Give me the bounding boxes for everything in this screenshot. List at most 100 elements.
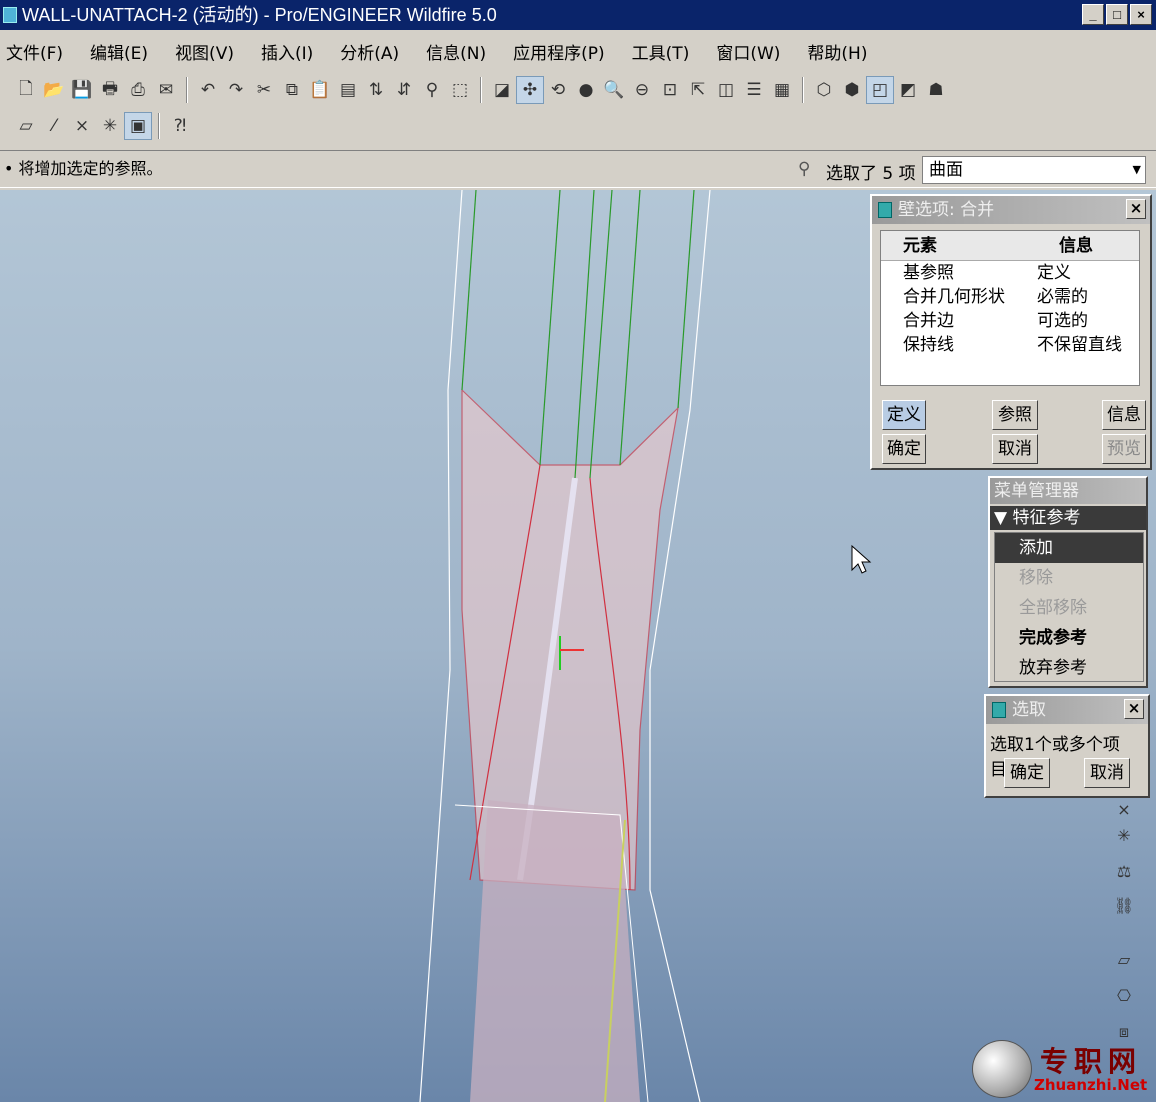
wireframe-icon[interactable]: ⬡ xyxy=(810,76,838,104)
watermark-url: Zhuanzhi.Net xyxy=(1034,1076,1148,1094)
repaint-icon[interactable]: ◪ xyxy=(488,76,516,104)
model-tree-icon[interactable]: ☗ xyxy=(922,76,950,104)
email-icon[interactable]: ✉ xyxy=(152,76,180,104)
cancel-button[interactable]: 取消 xyxy=(992,434,1038,464)
view-manager-icon[interactable]: ▦ xyxy=(768,76,796,104)
undo-icon[interactable]: ↶ xyxy=(194,76,222,104)
elements-table: 元素 信息 基参照 定义 合并几何形状 必需的 合并边 可选的 保持线 不保留直线 xyxy=(880,230,1140,386)
regen-manager-icon[interactable]: ⇵ xyxy=(390,76,418,104)
minimize-button[interactable]: _ xyxy=(1082,4,1104,25)
define-button[interactable]: 定义 xyxy=(882,400,926,430)
shading-icon[interactable]: ● xyxy=(572,76,600,104)
window-title: WALL-UNATTACH-2 (活动的) - Pro/ENGINEER Wil… xyxy=(22,5,497,25)
datum-point-icon[interactable]: × xyxy=(68,112,96,140)
close-icon[interactable]: × xyxy=(1124,699,1144,719)
filter-value: 曲面 xyxy=(929,160,963,180)
hidden-line-icon[interactable]: ⬢ xyxy=(838,76,866,104)
table-row[interactable]: 合并几何形状 必需的 xyxy=(881,285,1139,309)
status-message: • 将增加选定的参照。 xyxy=(4,159,163,178)
new-file-icon[interactable]: 🗋 xyxy=(12,76,40,104)
menu-item-done-refs[interactable]: 完成参考 xyxy=(995,623,1143,653)
datum-axis-icon[interactable]: ⁄ xyxy=(40,112,68,140)
menu-view[interactable]: 视图(V) xyxy=(175,39,234,64)
paste-icon[interactable]: 📋 xyxy=(306,76,334,104)
column-header-element: 元素 xyxy=(903,236,937,256)
shaded-icon[interactable]: ◩ xyxy=(894,76,922,104)
menu-bar: 文件(F) 编辑(E) 视图(V) 插入(I) 分析(A) 信息(N) 应用程序… xyxy=(0,34,1156,68)
print-preview-icon[interactable]: ⎙ xyxy=(124,76,152,104)
datum-plane-icon[interactable]: ▱ xyxy=(12,112,40,140)
print-icon[interactable]: 🖶 xyxy=(96,76,124,104)
datum-csys-icon[interactable]: ✳ xyxy=(1110,826,1138,854)
element-cell: 合并边 xyxy=(903,311,954,331)
save-icon[interactable]: 💾 xyxy=(68,76,96,104)
menu-manager: 菜单管理器 ▼ 特征参考 添加 移除 全部移除 完成参考 放弃参考 xyxy=(988,476,1148,688)
select-cancel-button[interactable]: 取消 xyxy=(1084,758,1130,788)
open-folder-icon[interactable]: 📂 xyxy=(40,76,68,104)
reorient-icon[interactable]: ⇱ xyxy=(684,76,712,104)
menu-item-quit-refs[interactable]: 放弃参考 xyxy=(995,653,1143,683)
ok-button[interactable]: 确定 xyxy=(882,434,926,464)
select-dialog: 选取× 选取1个或多个项目。 确定 取消 xyxy=(984,694,1150,798)
layers-icon[interactable]: ☰ xyxy=(740,76,768,104)
annotation-tool-icon[interactable]: ⎔ xyxy=(1110,986,1138,1014)
info-cell: 可选的 xyxy=(1037,311,1088,331)
annotation-icon[interactable]: ▣ xyxy=(124,112,152,140)
menu-section-feature-refs[interactable]: ▼ 特征参考 xyxy=(990,506,1146,530)
close-icon[interactable]: × xyxy=(1126,199,1146,219)
redo-icon[interactable]: ↷ xyxy=(222,76,250,104)
saved-views-icon[interactable]: ◫ xyxy=(712,76,740,104)
menu-item-remove-all[interactable]: 全部移除 xyxy=(995,593,1143,623)
regenerate-icon[interactable]: ⇅ xyxy=(362,76,390,104)
menu-analysis[interactable]: 分析(A) xyxy=(340,39,399,64)
table-row[interactable]: 基参照 定义 xyxy=(881,261,1139,285)
element-cell: 合并几何形状 xyxy=(903,287,1005,307)
no-hidden-icon[interactable]: ◰ xyxy=(866,76,894,104)
references-button[interactable]: 参照 xyxy=(992,400,1038,430)
maximize-button[interactable]: □ xyxy=(1106,4,1128,25)
annotation-icon[interactable]: ▱ xyxy=(1110,950,1138,978)
menu-insert[interactable]: 插入(I) xyxy=(261,39,313,64)
menu-tools[interactable]: 工具(T) xyxy=(632,39,690,64)
info-cell: 不保留直线 xyxy=(1037,335,1122,355)
datum-csys-icon[interactable]: ✳ xyxy=(96,112,124,140)
orient-icon[interactable]: ⟲ xyxy=(544,76,572,104)
paste-special-icon[interactable]: ▤ xyxy=(334,76,362,104)
menu-item-add[interactable]: 添加 xyxy=(995,533,1143,563)
copy-icon[interactable]: ⧉ xyxy=(278,76,306,104)
select-dialog-title: 选取 xyxy=(1012,700,1046,720)
info-button[interactable]: 信息 xyxy=(1102,400,1146,430)
table-row[interactable]: 合并边 可选的 xyxy=(881,309,1139,333)
column-header-info: 信息 xyxy=(1059,236,1093,256)
menu-applications[interactable]: 应用程序(P) xyxy=(513,39,605,64)
menu-file[interactable]: 文件(F) xyxy=(6,39,63,64)
watermark-text: 专职网 xyxy=(1040,1045,1143,1078)
menu-edit[interactable]: 编辑(E) xyxy=(90,39,148,64)
info-cell: 必需的 xyxy=(1037,287,1088,307)
analysis-icon[interactable]: ⚖ xyxy=(1110,862,1138,890)
preview-button[interactable]: 预览 xyxy=(1102,434,1146,464)
title-bar: WALL-UNATTACH-2 (活动的) - Pro/ENGINEER Wil… xyxy=(0,0,1156,30)
zoom-in-icon[interactable]: 🔍 xyxy=(600,76,628,104)
select-box-icon[interactable]: ⬚ xyxy=(446,76,474,104)
menu-info[interactable]: 信息(N) xyxy=(426,39,486,64)
select-ok-button[interactable]: 确定 xyxy=(1004,758,1050,788)
datum-point-icon[interactable]: × xyxy=(1110,800,1138,828)
menu-window[interactable]: 窗口(W) xyxy=(716,39,780,64)
menu-help[interactable]: 帮助(H) xyxy=(807,39,867,64)
watermark-logo: 专职网 Zhuanzhi.Net xyxy=(972,1040,1152,1098)
table-row[interactable]: 保持线 不保留直线 xyxy=(881,333,1139,357)
zoom-out-icon[interactable]: ⊖ xyxy=(628,76,656,104)
info-cell: 定义 xyxy=(1037,263,1071,283)
link-icon[interactable]: ⛓ xyxy=(1110,896,1138,924)
find-icon[interactable]: ⚲ xyxy=(418,76,446,104)
cut-icon[interactable]: ✂ xyxy=(250,76,278,104)
spin-center-icon[interactable]: ✣ xyxy=(516,76,544,104)
selection-icon: ⚲ xyxy=(798,159,811,179)
refit-icon[interactable]: ⊡ xyxy=(656,76,684,104)
wall-dialog-title: 壁选项: 合并 xyxy=(898,200,995,220)
selection-filter[interactable]: 曲面 ▼ xyxy=(922,156,1146,184)
context-help-icon[interactable]: ⁈ xyxy=(166,112,194,140)
menu-item-remove[interactable]: 移除 xyxy=(995,563,1143,593)
close-button[interactable]: × xyxy=(1130,4,1152,25)
